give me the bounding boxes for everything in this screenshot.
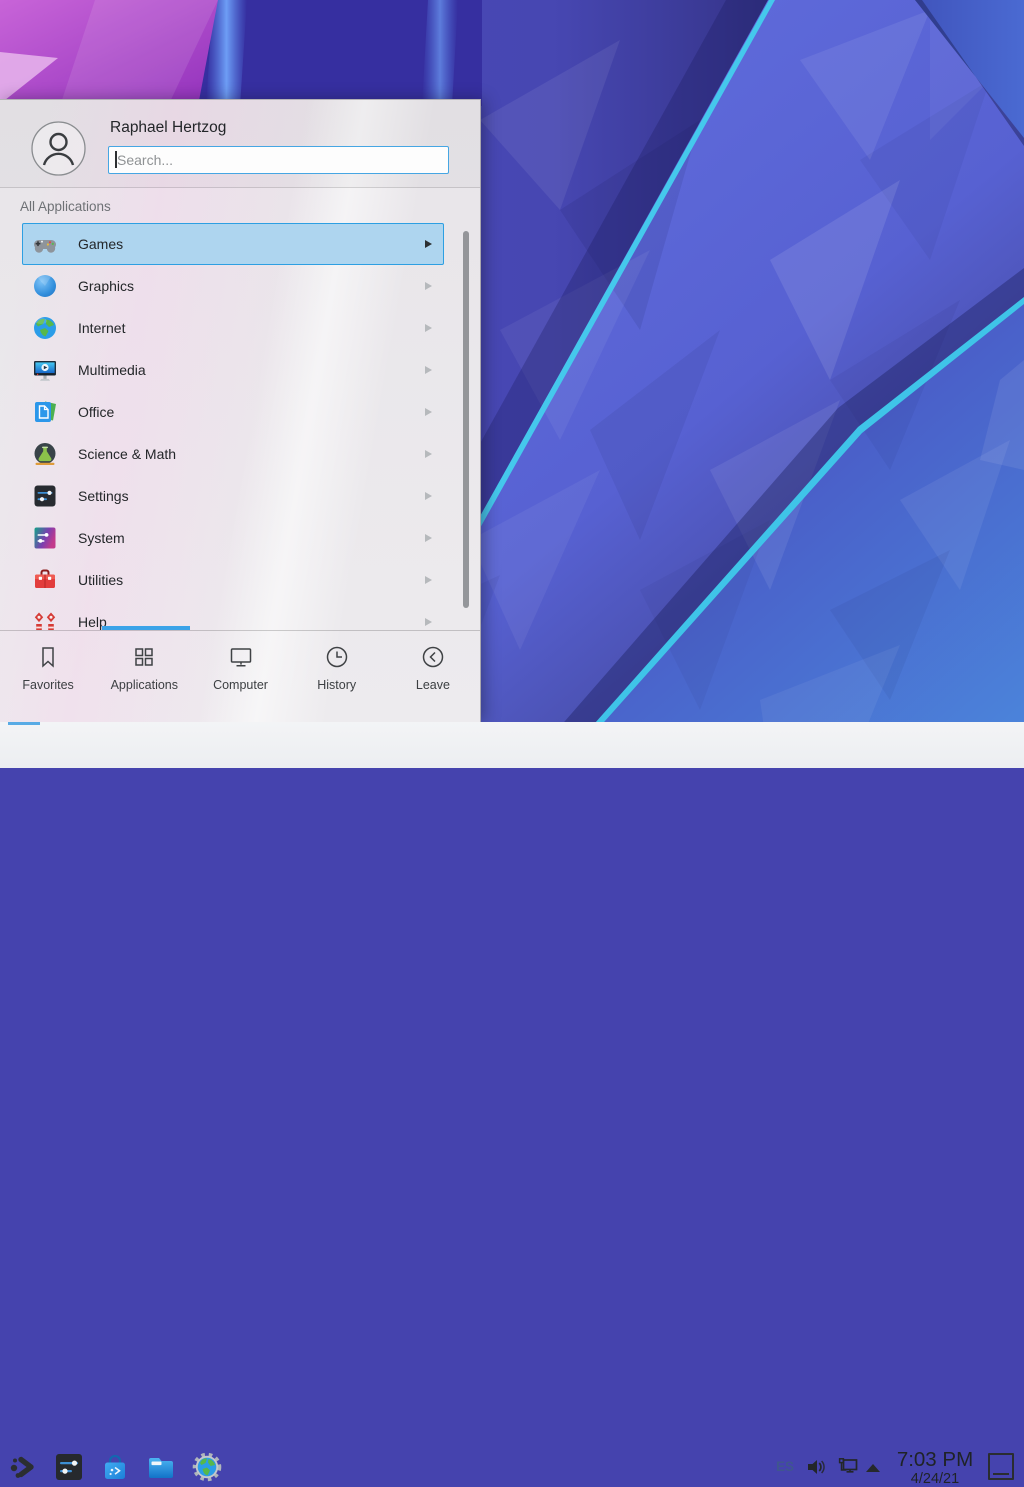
utilities-toolbox-icon — [31, 566, 59, 594]
bookmark-icon — [35, 644, 61, 670]
help-icon — [31, 608, 59, 630]
volume-icon[interactable] — [806, 1457, 828, 1477]
category-settings[interactable]: Settings — [22, 475, 444, 517]
category-label: Internet — [78, 320, 125, 336]
chevron-right-icon — [425, 534, 432, 542]
grid-icon — [131, 644, 157, 670]
tab-computer[interactable]: Computer — [192, 631, 288, 722]
active-tab-indicator — [102, 626, 190, 630]
section-label: All Applications — [20, 199, 111, 214]
discover-button[interactable] — [99, 1451, 131, 1483]
chevron-right-icon — [425, 450, 432, 458]
tab-label: Computer — [192, 678, 288, 692]
chevron-right-icon — [425, 282, 432, 290]
globe-icon — [31, 314, 59, 342]
category-office[interactable]: Office — [22, 391, 444, 433]
chevron-right-icon — [425, 324, 432, 332]
wired-network-icon[interactable] — [836, 1456, 860, 1477]
tab-leave[interactable]: Leave — [385, 631, 481, 722]
chevron-right-icon — [425, 492, 432, 500]
category-label: Utilities — [78, 572, 123, 588]
category-label: System — [78, 530, 125, 546]
category-help[interactable]: Help — [22, 601, 444, 630]
expand-tray-arrow-icon[interactable] — [866, 1464, 880, 1472]
chevron-right-icon — [425, 576, 432, 584]
launcher-active-indicator — [8, 722, 40, 725]
category-games[interactable]: Games — [22, 223, 444, 265]
category-internet[interactable]: Internet — [22, 307, 444, 349]
category-label: Multimedia — [78, 362, 146, 378]
tab-history[interactable]: History — [289, 631, 385, 722]
clock-date: 4/24/21 — [891, 1471, 979, 1487]
chevron-right-icon — [425, 366, 432, 374]
tab-label: Favorites — [0, 678, 96, 692]
user-avatar[interactable] — [31, 121, 86, 176]
category-science-math[interactable]: Science & Math — [22, 433, 444, 475]
category-graphics[interactable]: Graphics — [22, 265, 444, 307]
category-label: Office — [78, 404, 114, 420]
category-label: Graphics — [78, 278, 134, 294]
digital-clock[interactable]: 7:03 PM 4/24/21 — [891, 1448, 979, 1487]
tab-applications[interactable]: Applications — [96, 631, 192, 722]
chevron-right-icon — [425, 240, 432, 248]
clock-time: 7:03 PM — [891, 1448, 979, 1471]
show-desktop-button[interactable] — [988, 1453, 1014, 1480]
graphics-sphere-icon — [31, 272, 59, 300]
tab-label: Applications — [96, 678, 192, 692]
category-label: Science & Math — [78, 446, 176, 462]
chevron-right-icon — [425, 408, 432, 416]
web-browser-button[interactable] — [191, 1451, 223, 1483]
category-label: Games — [78, 236, 123, 252]
system-settings-button[interactable] — [53, 1451, 85, 1483]
list-scrollbar[interactable] — [463, 231, 469, 608]
system-sliders-icon — [31, 524, 59, 552]
launcher-tabbar: Favorites Applications Computer History — [0, 631, 481, 722]
search-input[interactable] — [109, 147, 448, 173]
chevron-right-icon — [425, 618, 432, 626]
category-system[interactable]: System — [22, 517, 444, 559]
category-label: Settings — [78, 488, 129, 504]
category-multimedia[interactable]: Multimedia — [22, 349, 444, 391]
tab-label: Leave — [385, 678, 481, 692]
keyboard-layout-indicator[interactable]: ES — [776, 1459, 794, 1474]
tab-label: History — [289, 678, 385, 692]
text-caret — [115, 151, 117, 168]
gamepad-icon — [31, 230, 59, 258]
category-list: Games Graphics Internet — [0, 223, 481, 630]
clock-icon — [324, 644, 350, 670]
multimedia-monitor-icon — [31, 356, 59, 384]
header-divider — [0, 187, 480, 188]
application-launcher-menu: Raphael Hertzog All Applications Games — [0, 99, 481, 722]
search-field[interactable] — [108, 146, 449, 174]
app-launcher-button[interactable] — [8, 1451, 40, 1483]
monitor-icon — [228, 644, 254, 670]
settings-sliders-icon — [31, 482, 59, 510]
user-name: Raphael Hertzog — [110, 119, 226, 137]
science-flask-icon — [31, 440, 59, 468]
file-manager-button[interactable] — [145, 1451, 177, 1483]
taskbar: ES 7:03 PM 4/24/21 — [0, 722, 1024, 768]
tab-favorites[interactable]: Favorites — [0, 631, 96, 722]
leave-icon — [420, 644, 446, 670]
category-utilities[interactable]: Utilities — [22, 559, 444, 601]
office-document-icon — [31, 398, 59, 426]
